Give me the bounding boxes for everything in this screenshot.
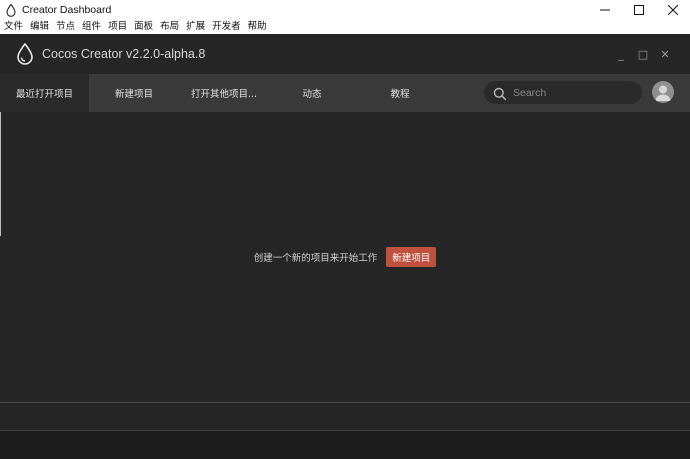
user-icon — [655, 85, 671, 101]
search-icon — [493, 86, 507, 100]
tab-new-project[interactable]: 新建项目 — [89, 74, 179, 112]
recent-projects-panel: 创建一个新的项目来开始工作 新建项目 — [0, 112, 690, 402]
menu-item-developer[interactable]: 开发者 — [212, 20, 241, 34]
empty-state-message: 创建一个新的项目来开始工作 — [253, 253, 378, 264]
window-minimize-button[interactable] — [588, 0, 622, 20]
tab-tutorials[interactable]: 教程 — [355, 74, 445, 112]
menu-item-component[interactable]: 组件 — [82, 20, 101, 34]
window-controls — [588, 0, 690, 20]
menu-item-layout[interactable]: 布局 — [160, 20, 179, 34]
panel-edge-divider — [0, 112, 1, 236]
tab-open-other-project[interactable]: 打开其他项目... — [179, 74, 269, 112]
app-close-button[interactable]: ✕ — [654, 48, 676, 61]
minimize-icon — [600, 9, 610, 11]
window-titlebar: Creator Dashboard — [0, 0, 690, 20]
window-maximize-button[interactable] — [622, 0, 656, 20]
search-box — [484, 81, 642, 104]
empty-state: 创建一个新的项目来开始工作 新建项目 — [0, 247, 690, 267]
menu-item-file[interactable]: 文件 — [4, 20, 23, 34]
footer-area — [0, 403, 690, 430]
window-close-button[interactable] — [656, 0, 690, 20]
window-title: Creator Dashboard — [22, 4, 112, 16]
dashboard-tab-bar: 最近打开项目 新建项目 打开其他项目... 动态 教程 — [0, 74, 690, 112]
app-title: Cocos Creator v2.2.0-alpha.8 — [42, 47, 206, 61]
app-window-controls: _ □ ✕ — [610, 34, 676, 74]
new-project-button[interactable]: 新建项目 — [386, 247, 437, 267]
menu-item-help[interactable]: 帮助 — [248, 20, 267, 34]
menu-bar: 文件 编辑 节点 组件 项目 面板 布局 扩展 开发者 帮助 — [0, 20, 690, 34]
menu-item-panel[interactable]: 面板 — [134, 20, 153, 34]
search-input[interactable] — [513, 86, 633, 99]
app-header: Cocos Creator v2.2.0-alpha.8 _ □ ✕ — [0, 34, 690, 74]
tab-news[interactable]: 动态 — [269, 74, 355, 112]
cocos-droplet-icon — [16, 42, 34, 65]
tab-recent-projects[interactable]: 最近打开项目 — [0, 74, 89, 112]
menu-item-project[interactable]: 项目 — [108, 20, 127, 34]
status-bar — [0, 430, 690, 459]
user-avatar[interactable] — [652, 81, 674, 103]
app-droplet-icon — [6, 3, 18, 17]
menu-item-edit[interactable]: 编辑 — [30, 20, 49, 34]
app-minimize-button[interactable]: _ — [610, 48, 632, 61]
menu-item-extension[interactable]: 扩展 — [186, 20, 205, 34]
close-icon — [668, 5, 678, 15]
app-maximize-button[interactable]: □ — [632, 48, 654, 61]
maximize-icon — [634, 5, 644, 15]
menu-item-node[interactable]: 节点 — [56, 20, 75, 34]
